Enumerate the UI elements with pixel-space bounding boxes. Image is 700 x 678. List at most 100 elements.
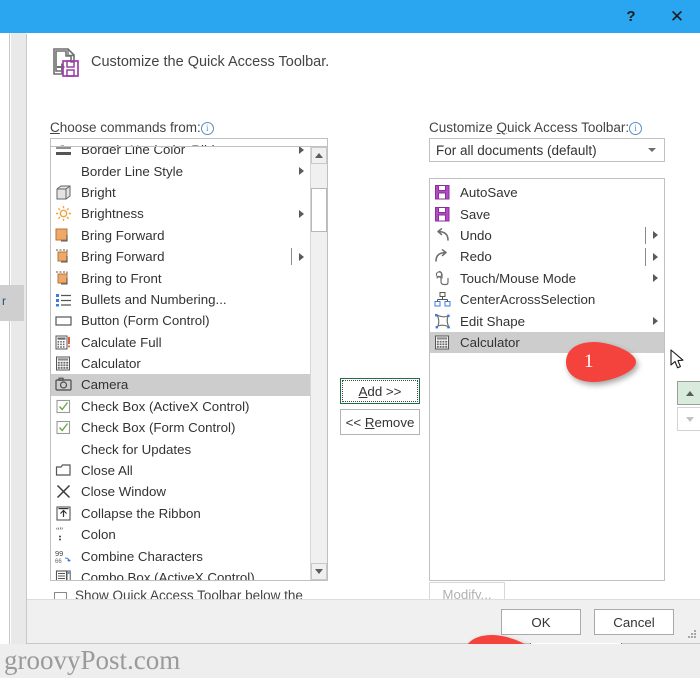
dialog-footer: OK Cancel (27, 599, 700, 643)
add-button[interactable]: Add >> (340, 378, 420, 404)
available-commands-list[interactable]: Border Line Color Border Line Style Bright… (51, 146, 310, 580)
info-icon[interactable]: i (200, 122, 214, 135)
list-item[interactable]: Check Box (Form Control) (51, 417, 310, 438)
list-item[interactable]: Calculate Full (51, 332, 310, 353)
ok-button[interactable]: OK (501, 609, 581, 635)
list-item[interactable]: Button (Form Control) (51, 310, 310, 331)
submenu-divider (291, 247, 292, 266)
list-item[interactable]: Check Box (ActiveX Control) (51, 396, 310, 417)
dialog-body: Customize the Quick Access Toolbar. Choo… (27, 34, 700, 662)
list-item[interactable]: Save (430, 203, 664, 224)
list-item-label: Redo (460, 249, 492, 265)
list-item-label: Collapse the Ribbon (81, 505, 201, 521)
submenu-arrow-icon (299, 252, 304, 261)
scroll-up-button[interactable] (311, 147, 327, 164)
list-item[interactable]: Bring Forward (51, 225, 310, 246)
collapse-ribbon-icon (55, 505, 77, 522)
close-window-icon (55, 483, 77, 500)
help-button[interactable]: ? (608, 0, 654, 33)
list-item[interactable]: Bright (51, 182, 310, 203)
scrollbar-thumb[interactable] (311, 188, 327, 232)
list-item[interactable]: AutoSave (430, 182, 664, 203)
customize-qat-value: For all documents (default) (436, 142, 597, 158)
customize-quick-access-toolbar-dialog: Customize the Quick Access Toolbar. Choo… (26, 34, 700, 662)
cancel-button[interactable]: Cancel (594, 609, 674, 635)
list-item-label: Border Line Style (81, 163, 183, 179)
list-item[interactable]: Collapse the Ribbon (51, 503, 310, 524)
list-item[interactable]: Bring Forward (51, 246, 310, 267)
bring-forward-icon (55, 227, 77, 244)
bullets-numbering-icon (55, 291, 77, 308)
combo-box-icon (55, 569, 77, 580)
edit-shape-icon (434, 313, 456, 330)
background-app-strip (0, 33, 10, 645)
list-item[interactable]: Check for Updates (51, 438, 310, 459)
remove-button[interactable]: << Remove (340, 409, 420, 435)
move-down-button[interactable] (677, 407, 700, 431)
chevron-down-icon (648, 148, 656, 152)
window-titlebar: ? ✕ (0, 0, 700, 33)
list-item-label: Bullets and Numbering... (81, 291, 227, 307)
watermark: groovyPost.com (4, 645, 181, 675)
redo-icon (434, 248, 456, 265)
list-item[interactable]: Calculator (51, 353, 310, 374)
list-item-label: Bring to Front (81, 270, 162, 286)
resize-grip[interactable] (687, 630, 697, 640)
list-item[interactable]: CenterAcrossSelection (430, 289, 664, 310)
list-item-label: Check Box (Form Control) (81, 420, 236, 436)
list-item-label: Undo (460, 227, 492, 243)
list-item[interactable]: Combo Box (ActiveX Control) (51, 567, 310, 580)
calculator-icon (434, 334, 456, 351)
available-commands-scrollbar[interactable] (310, 147, 327, 580)
list-item-label: Touch/Mouse Mode (460, 270, 577, 286)
callout-marker-1: 1 (564, 340, 638, 384)
move-up-button[interactable] (677, 381, 700, 405)
list-item[interactable]: Close All (51, 460, 310, 481)
list-item[interactable]: Undo (430, 225, 664, 246)
customize-qat-select[interactable]: For all documents (default) (429, 138, 665, 162)
list-item[interactable]: Brightness (51, 203, 310, 224)
list-item-label: Border Line Color (81, 146, 186, 158)
close-icon[interactable]: ✕ (654, 0, 700, 33)
customize-qat-label: Customize Quick Access Toolbar: i (429, 120, 643, 135)
camera-icon (55, 376, 77, 393)
submenu-arrow-icon (299, 147, 304, 154)
none (55, 163, 77, 180)
list-item[interactable]: Camera (51, 374, 310, 396)
combine-characters-icon: 99 66 (55, 548, 77, 565)
list-item[interactable]: 99 66 Combine Characters (51, 545, 310, 566)
list-item[interactable]: Edit Shape (430, 310, 664, 331)
list-item[interactable]: Bring to Front (51, 267, 310, 288)
list-item[interactable]: Touch/Mouse Mode (430, 268, 664, 289)
list-item-label: AutoSave (460, 185, 518, 201)
save-icon (434, 206, 456, 223)
list-item-label: Bring Forward (81, 249, 165, 265)
submenu-arrow-icon (653, 274, 658, 283)
svg-text:“”: “” (56, 526, 64, 535)
available-commands-listbox[interactable]: Border Line Color Border Line Style Bright… (50, 146, 328, 581)
list-item-label: Button (Form Control) (81, 313, 210, 329)
customize-qat-text: Customize Quick Access Toolbar: (429, 120, 630, 135)
mouse-cursor-icon (670, 349, 686, 371)
colon-icon: “” (55, 526, 77, 543)
add-button-label: Add >> (358, 383, 402, 399)
list-item[interactable]: Redo (430, 246, 664, 267)
choose-commands-from-label: Choose commands from: i (50, 120, 214, 135)
submenu-divider (645, 226, 646, 245)
submenu-arrow-icon (653, 252, 658, 261)
calculate-full-icon (55, 334, 77, 351)
svg-text:99: 99 (55, 549, 63, 558)
choose-commands-from-text: Choose commands from: (50, 120, 201, 135)
list-item-label: Brightness (81, 206, 144, 222)
list-item[interactable]: Close Window (51, 481, 310, 502)
list-item[interactable]: Bullets and Numbering... (51, 289, 310, 310)
submenu-arrow-icon (299, 167, 304, 176)
list-item[interactable]: Border Line Style (51, 160, 310, 181)
brightness-icon (55, 205, 77, 222)
list-item-label: Calculator (81, 356, 141, 372)
list-item[interactable]: Border Line Color (51, 146, 310, 160)
list-item-label: Edit Shape (460, 313, 526, 329)
list-item[interactable]: “” Colon (51, 524, 310, 545)
scroll-down-button[interactable] (311, 563, 327, 580)
info-icon[interactable]: i (629, 122, 643, 135)
